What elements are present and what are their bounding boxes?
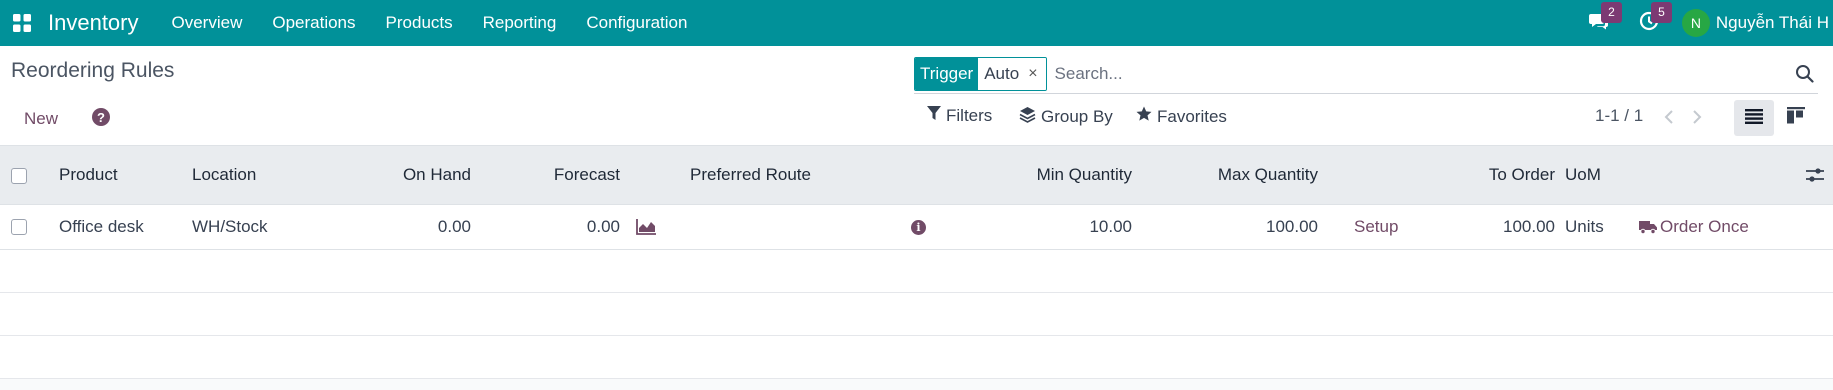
menu-operations[interactable]: Operations [272,13,355,33]
column-on-hand[interactable]: On Hand [340,146,471,204]
reordering-rules-table: Product Location On Hand Forecast Prefer… [0,146,1833,379]
control-panel: Reordering Rules New ? Trigger Auto × Fi… [0,46,1833,146]
favorites-label: Favorites [1157,106,1227,126]
star-icon [1136,106,1157,127]
kanban-view-icon [1787,107,1805,129]
new-button[interactable]: New [14,102,68,136]
table-header: Product Location On Hand Forecast Prefer… [0,146,1833,205]
facet-label: Trigger [915,57,979,90]
facet-value: Auto [984,63,1020,83]
menu-configuration[interactable]: Configuration [586,13,687,33]
top-navbar: Inventory Overview Operations Products R… [0,0,1833,46]
truck-icon [1639,220,1657,234]
table-row[interactable]: Office desk WH/Stock 0.00 0.00 i 10.00 1… [0,205,1833,250]
column-preferred-route[interactable]: Preferred Route [690,146,811,204]
filters-label: Filters [946,106,993,125]
cell-to-order: 100.00 [1503,217,1555,236]
activities-button[interactable]: 5 [1624,0,1674,46]
facet-value-container: Auto × [978,57,1046,90]
empty-row [0,336,1833,379]
column-min-quantity[interactable]: Min Quantity [960,146,1132,204]
messages-count-badge: 2 [1600,2,1622,23]
forecast-chart-icon[interactable] [636,205,657,249]
group-by-label: Group By [1041,107,1113,126]
info-icon[interactable]: i [911,205,926,249]
page-title: Reordering Rules [11,59,175,82]
settings-sliders-icon[interactable] [1806,146,1824,204]
empty-row [0,250,1833,293]
user-menu[interactable]: N Nguyễn Thái H [1681,9,1829,37]
column-product[interactable]: Product [59,146,118,204]
search-input[interactable] [1054,58,1818,89]
row-checkbox[interactable] [11,219,27,235]
column-location[interactable]: Location [192,146,256,204]
list-view-button[interactable] [1734,100,1774,136]
search-facet: Trigger Auto × [914,56,1047,91]
chevron-right-icon[interactable] [1688,106,1706,128]
pager-value[interactable]: 1-1 / 1 [1595,106,1643,126]
filters-button[interactable]: Filters [927,106,992,126]
cell-max-quantity: 100.00 [1266,217,1318,236]
column-uom[interactable]: UoM [1565,146,1601,204]
cell-location: WH/Stock [192,217,268,236]
setup-button[interactable]: Setup [1354,205,1398,249]
menu-products[interactable]: Products [386,13,453,33]
favorites-button[interactable]: Favorites [1136,106,1227,127]
list-view-icon [1745,108,1763,129]
chevron-left-icon[interactable] [1660,106,1678,128]
user-name: Nguyễn Thái H [1715,13,1829,32]
order-once-label: Order Once [1660,217,1749,236]
order-once-button[interactable]: Order Once [1639,205,1749,249]
menu-reporting[interactable]: Reporting [483,13,557,33]
cell-product: Office desk [59,217,144,236]
activities-count-badge: 5 [1650,2,1672,23]
filter-icon [927,106,946,126]
column-to-order[interactable]: To Order [1400,146,1555,204]
layers-icon [1019,106,1041,128]
cell-forecast: 0.00 [586,217,620,236]
facet-remove-button[interactable]: × [1028,65,1037,83]
search-bar: Trigger Auto × [914,54,1818,94]
empty-row [0,293,1833,336]
help-icon[interactable]: ? [92,108,110,126]
cell-min-quantity: 10.00 [1089,217,1132,236]
search-icon[interactable] [1795,64,1814,88]
column-max-quantity[interactable]: Max Quantity [1140,146,1318,204]
column-forecast[interactable]: Forecast [490,146,620,204]
group-by-button[interactable]: Group By [1019,106,1113,128]
messages-button[interactable]: 2 [1574,0,1624,46]
cell-uom: Units [1565,217,1604,236]
apps-icon[interactable] [0,0,44,46]
avatar: N [1681,9,1710,37]
select-all-checkbox[interactable] [11,168,27,184]
cell-on-hand: 0.00 [437,217,471,236]
kanban-view-button[interactable] [1776,100,1816,136]
menu-overview[interactable]: Overview [172,13,243,33]
app-name[interactable]: Inventory [48,10,139,36]
